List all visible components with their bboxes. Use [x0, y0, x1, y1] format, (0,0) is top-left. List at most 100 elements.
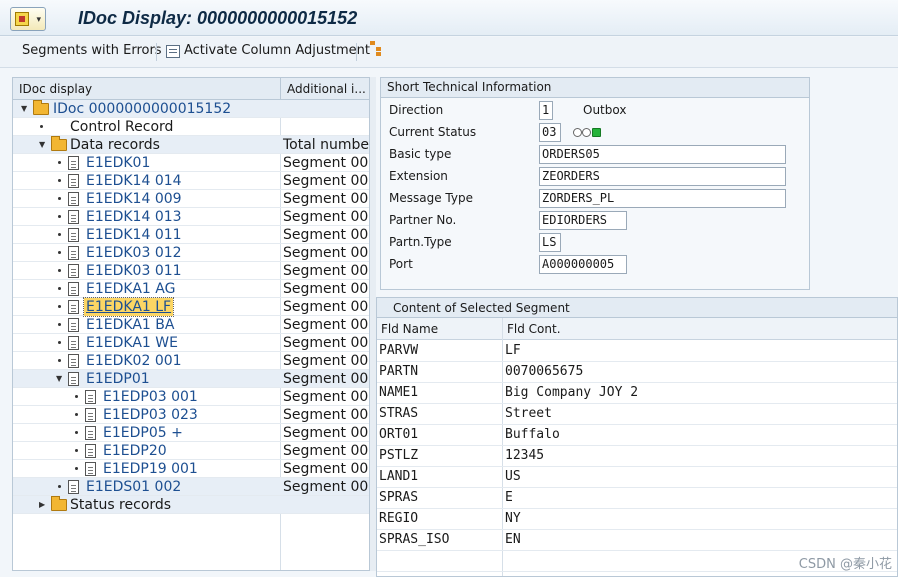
- field-label: Basic type: [389, 147, 452, 161]
- tree-node-data-records[interactable]: ▼ Data records Total number: [13, 136, 369, 154]
- tree-node-segment[interactable]: E1EDK14 009 Segment 000: [13, 190, 370, 208]
- table-row[interactable]: PARTN 0070065675: [377, 362, 897, 383]
- tree-node-segment[interactable]: E1EDK03 011 Segment 000: [13, 262, 369, 280]
- tree-node-segment[interactable]: E1EDKA1 AG Segment 000: [13, 280, 369, 298]
- tree-node-subsegment[interactable]: E1EDP03 023 Segment 000: [13, 406, 369, 424]
- tree-node-segment[interactable]: E1EDS01 002 Segment 000: [13, 478, 369, 496]
- partner-no-row: Partner No. EDIORDERS: [387, 209, 811, 231]
- tree-structure-icon[interactable]: [370, 41, 386, 57]
- panel-heading: Content of Selected Segment: [377, 298, 897, 318]
- partn-type-field[interactable]: LS: [539, 233, 561, 252]
- tree-node-label: Status records: [70, 497, 172, 513]
- tree-node-segment[interactable]: E1EDK03 012 Segment 000: [13, 244, 369, 262]
- message-type-field[interactable]: ZORDERS_PL: [539, 189, 786, 208]
- status-field[interactable]: 03: [539, 123, 561, 142]
- additional-info: Segment 000: [283, 209, 370, 225]
- partn-type-row: Partn.Type LS: [387, 231, 811, 253]
- tree-node-label: E1EDP20: [103, 443, 167, 459]
- expand-triangle-icon[interactable]: ▼: [56, 374, 62, 383]
- field-value-cell: NY: [505, 511, 521, 526]
- field-name-cell: SPRAS_ISO: [379, 532, 450, 547]
- short-technical-info-panel: Short Technical Information Direction 1 …: [380, 77, 810, 290]
- table-row[interactable]: NAME1 Big Company JOY 2: [377, 383, 897, 404]
- collapse-triangle-icon[interactable]: ▶: [39, 500, 45, 509]
- table-row[interactable]: LAND1 US: [377, 467, 897, 488]
- table-row[interactable]: ORT01 Buffalo: [377, 425, 897, 446]
- bullet-icon: [58, 341, 61, 344]
- tree-node-segment[interactable]: E1EDK14 014 Segment 000: [13, 172, 369, 190]
- tree-node-segment[interactable]: E1EDK14 013 Segment 000: [13, 208, 370, 226]
- tree-node-segment[interactable]: E1EDKA1 BA Segment 000: [13, 316, 369, 334]
- document-icon: [68, 228, 79, 242]
- field-label: Partner No.: [389, 213, 457, 227]
- partner-no-field[interactable]: EDIORDERS: [539, 211, 627, 230]
- folder-icon: [51, 496, 67, 511]
- field-name-cell: NAME1: [379, 385, 419, 400]
- bullet-icon: [58, 197, 61, 200]
- document-icon: [68, 264, 79, 278]
- table-row[interactable]: REGIO NY: [377, 509, 897, 530]
- tree-node-segment-selected[interactable]: E1EDKA1 LF Segment 000: [13, 297, 369, 317]
- column-header-additional[interactable]: Additional i...: [287, 82, 366, 96]
- additional-info: Segment 000: [283, 461, 370, 477]
- port-field[interactable]: A000000005: [539, 255, 627, 274]
- tree-node-label: E1EDS01 002: [86, 479, 182, 495]
- tree-node-label: E1EDP03 023: [103, 407, 198, 423]
- menu-button[interactable]: ▾: [10, 7, 46, 31]
- additional-info: Segment 000: [283, 191, 370, 207]
- field-name-cell: PARVW: [379, 343, 419, 358]
- document-icon: [68, 480, 79, 494]
- tree-node-status-records[interactable]: ▶ Status records: [13, 496, 369, 514]
- document-icon: [68, 372, 79, 386]
- extension-field[interactable]: ZEORDERS: [539, 167, 786, 186]
- document-icon: [68, 210, 79, 224]
- field-value-cell: 12345: [505, 448, 545, 463]
- toolbar-separator: [156, 43, 157, 61]
- tree-node-idoc[interactable]: ▼ IDoc 0000000000015152: [13, 100, 369, 118]
- tree-node-segment[interactable]: E1EDKA1 WE Segment 000: [13, 334, 369, 352]
- status-light-green-icon: [592, 128, 601, 137]
- watermark: CSDN @秦小花: [798, 557, 892, 572]
- field-value-cell: US: [505, 469, 521, 484]
- document-icon: [68, 282, 79, 296]
- additional-info: Segment 000: [283, 155, 370, 171]
- panel-heading: Short Technical Information: [381, 78, 809, 98]
- tree-node-segment-expanded[interactable]: ▼ E1EDP01 Segment 000: [13, 370, 370, 388]
- table-row[interactable]: SPRAS_ISO EN: [377, 530, 897, 551]
- table-row[interactable]: PSTLZ 12345: [377, 446, 897, 467]
- tree-node-label: E1EDP19 001: [103, 461, 198, 477]
- document-icon: [68, 174, 79, 188]
- tree-node-label: E1EDP01: [86, 371, 150, 387]
- additional-info: Segment 000: [283, 443, 370, 459]
- expand-triangle-icon[interactable]: ▼: [21, 104, 27, 113]
- field-name-cell: SPRAS: [379, 490, 419, 505]
- tree-node-control-record[interactable]: Control Record: [13, 118, 369, 136]
- table-row[interactable]: SPRAS E: [377, 488, 897, 509]
- additional-info: Segment 000: [283, 425, 370, 441]
- table-row[interactable]: PARVW LF: [377, 341, 897, 362]
- tree-node-label: E1EDK14 014: [86, 173, 182, 189]
- column-header-fld-cont[interactable]: Fld Cont.: [507, 322, 561, 336]
- column-header-idoc-display[interactable]: IDoc display: [19, 82, 92, 96]
- additional-info: Segment 000: [283, 371, 370, 387]
- tree-node-segment[interactable]: E1EDK14 011 Segment 000: [13, 226, 369, 244]
- tree-node-segment[interactable]: E1EDK02 001 Segment 000: [13, 352, 370, 370]
- tree-node-segment[interactable]: E1EDK01 Segment 000: [13, 154, 370, 172]
- activate-column-adjustment-button[interactable]: Activate Column Adjustment: [184, 43, 370, 58]
- tree-node-subsegment[interactable]: E1EDP03 001 Segment 000: [13, 388, 369, 406]
- basic-type-field[interactable]: ORDERS05: [539, 145, 786, 164]
- tree-node-subsegment[interactable]: E1EDP05 + Segment 000: [13, 424, 370, 442]
- bullet-icon: [58, 323, 61, 326]
- bullet-icon: [75, 395, 78, 398]
- direction-field[interactable]: 1: [539, 101, 553, 120]
- bullet-icon: [75, 467, 78, 470]
- status-light-icon: [573, 128, 582, 137]
- tree-node-subsegment[interactable]: E1EDP20 Segment 000: [13, 442, 370, 460]
- column-header-fld-name[interactable]: Fld Name: [381, 322, 438, 336]
- additional-info: Segment 000: [283, 353, 370, 369]
- status-row: Current Status 03: [387, 121, 811, 143]
- segments-with-errors-button[interactable]: Segments with Errors: [22, 43, 162, 58]
- expand-triangle-icon[interactable]: ▼: [39, 140, 45, 149]
- tree-node-subsegment[interactable]: E1EDP19 001 Segment 000: [13, 460, 370, 478]
- table-row[interactable]: STRAS Street: [377, 404, 897, 425]
